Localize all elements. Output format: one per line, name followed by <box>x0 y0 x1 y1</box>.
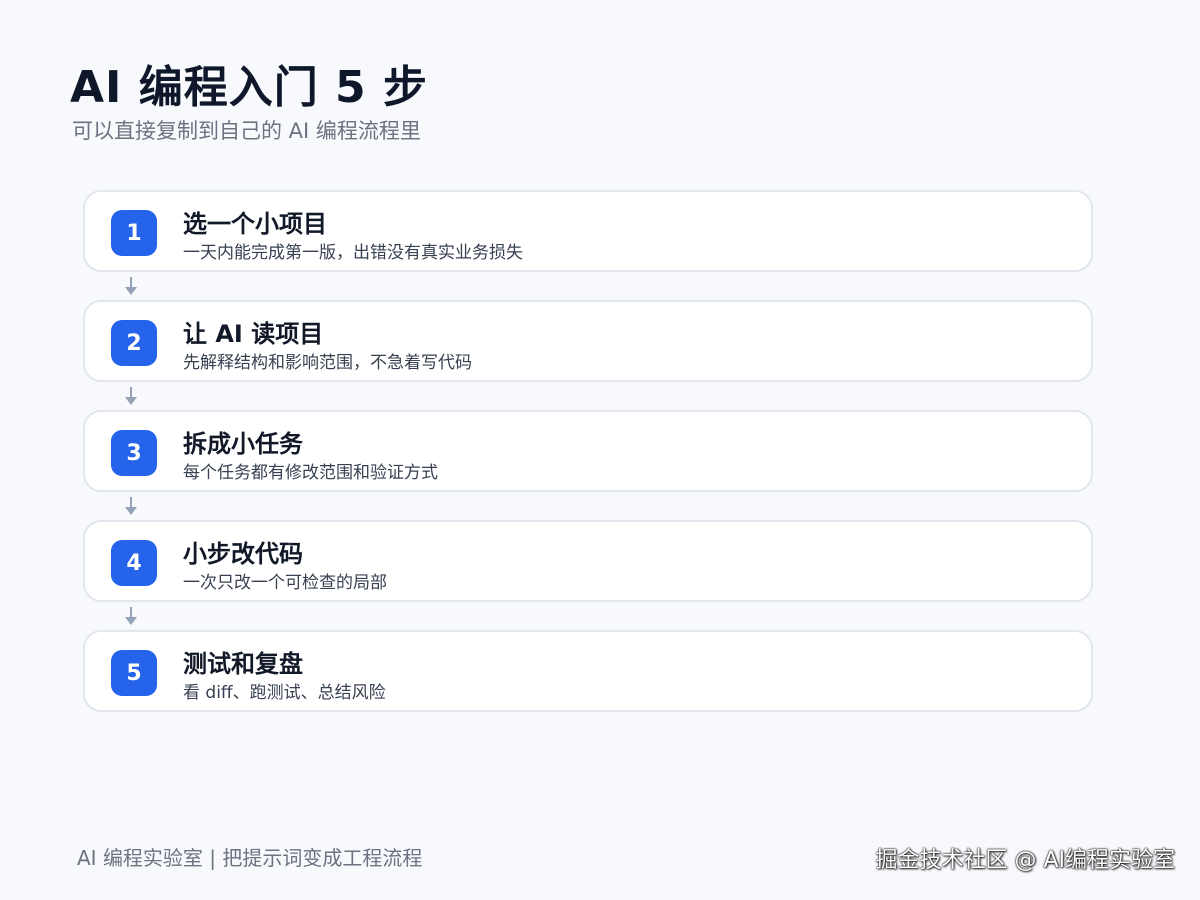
step-description: 一天内能完成第一版，出错没有真实业务损失 <box>183 243 523 263</box>
step-description: 看 diff、跑测试、总结风险 <box>183 683 386 703</box>
step-card-3: 3 拆成小任务 每个任务都有修改范围和验证方式 <box>83 410 1093 492</box>
step-number-badge: 5 <box>111 650 157 696</box>
step-card-2: 2 让 AI 读项目 先解释结构和影响范围，不急着写代码 <box>83 300 1093 382</box>
step-card-5: 5 测试和复盘 看 diff、跑测试、总结风险 <box>83 630 1093 712</box>
watermark: 掘金技术社区 @ AI编程实验室 <box>875 848 1175 873</box>
step-number-badge: 1 <box>111 210 157 256</box>
step-title: 选一个小项目 <box>183 210 327 238</box>
step-number-badge: 2 <box>111 320 157 366</box>
steps-list: 1 选一个小项目 一天内能完成第一版，出错没有真实业务损失 2 让 AI 读项目… <box>83 190 1093 712</box>
step-title: 测试和复盘 <box>183 650 303 678</box>
step-description: 一次只改一个可检查的局部 <box>183 573 387 593</box>
step-card-1: 1 选一个小项目 一天内能完成第一版，出错没有真实业务损失 <box>83 190 1093 272</box>
step-number-badge: 3 <box>111 430 157 476</box>
step-card-4: 4 小步改代码 一次只改一个可检查的局部 <box>83 520 1093 602</box>
step-number-badge: 4 <box>111 540 157 586</box>
arrow-down-icon <box>83 492 183 520</box>
step-description: 先解释结构和影响范围，不急着写代码 <box>183 353 472 373</box>
arrow-down-icon <box>83 272 183 300</box>
arrow-down-icon <box>83 602 183 630</box>
page-title: AI 编程入门 5 步 <box>70 62 428 113</box>
step-title: 拆成小任务 <box>183 430 303 458</box>
page: AI 编程入门 5 步 可以直接复制到自己的 AI 编程流程里 1 选一个小项目… <box>0 0 1200 900</box>
page-subtitle: 可以直接复制到自己的 AI 编程流程里 <box>72 119 421 143</box>
step-description: 每个任务都有修改范围和验证方式 <box>183 463 438 483</box>
footer-caption: AI 编程实验室 | 把提示词变成工程流程 <box>77 846 423 870</box>
arrow-down-icon <box>83 382 183 410</box>
step-title: 让 AI 读项目 <box>183 320 324 348</box>
step-title: 小步改代码 <box>183 540 303 568</box>
